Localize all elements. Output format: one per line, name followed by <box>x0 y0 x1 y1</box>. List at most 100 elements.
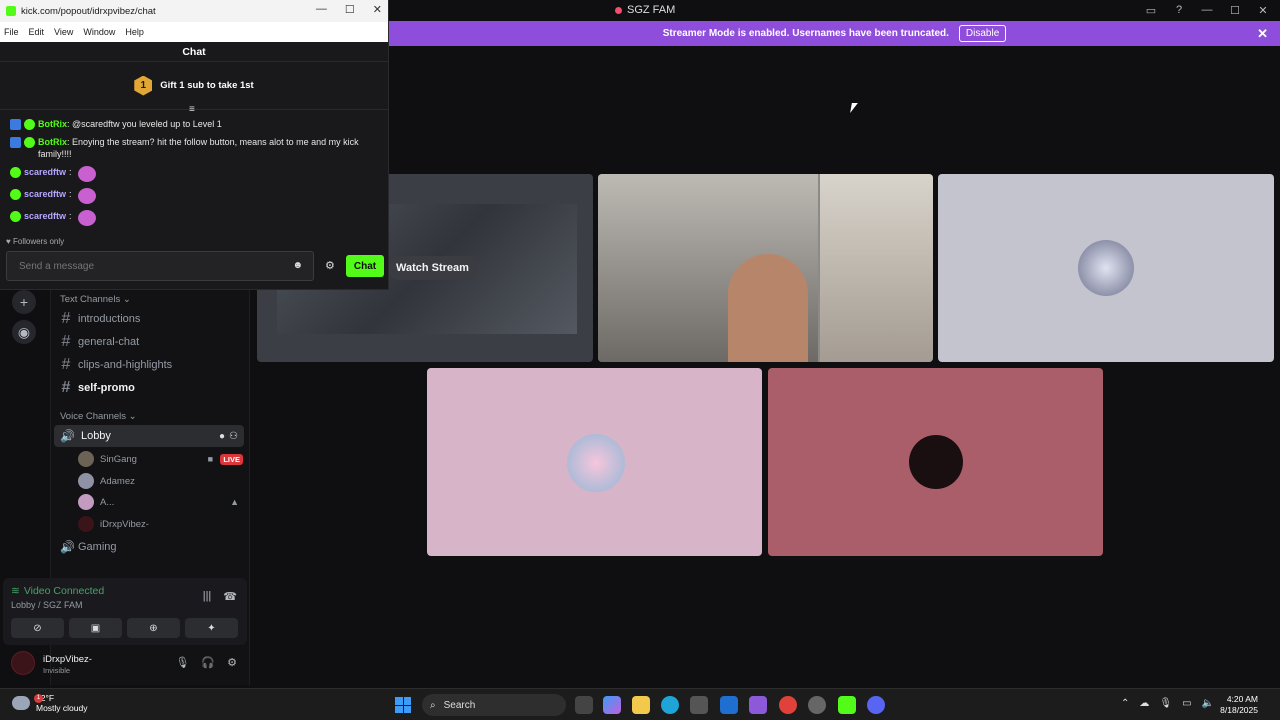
discord-app-icon[interactable] <box>867 696 885 714</box>
voice-user[interactable]: A... ▲ <box>78 494 243 510</box>
noise-suppression-icon[interactable]: ||| <box>203 590 212 603</box>
copilot-icon[interactable] <box>603 696 621 714</box>
app-icon[interactable] <box>808 696 826 714</box>
avatar <box>78 451 94 467</box>
microphone-icon[interactable]: 🎙 <box>1159 698 1172 709</box>
camera-off-button[interactable]: ⊘ <box>11 618 64 638</box>
speaker-icon: 🔊 <box>60 540 75 554</box>
voice-status[interactable]: ≋ Video Connected <box>11 585 104 597</box>
menu-file[interactable]: File <box>4 27 19 37</box>
voice-location[interactable]: Lobby / SGZ FAM <box>11 600 83 610</box>
activities-button[interactable]: ⊕ <box>127 618 180 638</box>
menu-help[interactable]: Help <box>125 27 144 37</box>
start-button[interactable] <box>395 697 411 713</box>
system-tray: ⌃ ☁ 🎙 ▭ 🔈 <box>1121 698 1214 709</box>
video-tile-avatar[interactable] <box>427 368 762 556</box>
soundboard-button[interactable]: ✦ <box>185 618 238 638</box>
office-icon[interactable] <box>749 696 767 714</box>
message-input[interactable] <box>7 252 267 280</box>
send-chat-button[interactable]: Chat <box>346 255 384 277</box>
close-button[interactable]: ✕ <box>1252 2 1274 18</box>
titlebar-controls: ▭ ? — ☐ ✕ <box>1140 2 1274 18</box>
outlook-icon[interactable] <box>720 696 738 714</box>
avatar <box>78 516 94 532</box>
voice-user[interactable]: iDrxpVibez- <box>78 516 243 532</box>
edge-icon[interactable] <box>661 696 679 714</box>
chat-title: Chat <box>0 42 388 62</box>
taskbar-search[interactable]: ⌕ Search <box>422 694 566 716</box>
user-name: iDrxpVibez- <box>43 654 92 665</box>
video-tile-avatar[interactable] <box>938 174 1274 362</box>
kick-app-icon[interactable] <box>838 696 856 714</box>
voice-user[interactable]: SinGang ■ LIVE <box>78 451 243 467</box>
video-tile-avatar[interactable] <box>768 368 1103 556</box>
screen-share-button[interactable]: ▣ <box>69 618 122 638</box>
task-view-icon[interactable] <box>575 696 593 714</box>
gift-rank-badge: 1 <box>134 75 153 96</box>
menu-edit[interactable]: Edit <box>29 27 45 37</box>
channel-general-chat[interactable]: # general-chat <box>60 333 140 351</box>
help-icon[interactable]: ? <box>1168 2 1190 18</box>
verified-badge-icon <box>24 137 35 148</box>
live-badge: LIVE <box>220 453 243 465</box>
add-member-icon[interactable]: ⚇ <box>229 431 238 442</box>
gear-icon[interactable]: ⚙ <box>325 259 335 272</box>
chat-username[interactable]: BotRix <box>38 137 67 147</box>
menu-window[interactable]: Window <box>83 27 115 37</box>
chat-message: scaredftw: <box>10 210 379 226</box>
cloud-sync-icon[interactable]: ☁ <box>1139 698 1149 709</box>
disable-streamer-mode-button[interactable]: Disable <box>958 25 1007 42</box>
chrome-icon[interactable] <box>779 696 797 714</box>
close-button[interactable]: ✕ <box>373 3 382 16</box>
maximize-button[interactable]: ☐ <box>345 3 355 16</box>
emoji-icon[interactable]: ☻ <box>292 260 303 271</box>
disconnect-icon[interactable]: ☎ <box>223 590 237 603</box>
minimize-button[interactable]: — <box>1196 2 1218 18</box>
category-text-channels[interactable]: Text Channels ⌄ <box>60 294 131 305</box>
explore-icon[interactable]: ◉ <box>12 320 36 344</box>
kick-favicon <box>6 6 16 16</box>
channel-self-promo[interactable]: # self-promo <box>60 379 135 397</box>
clock[interactable]: 4:20 AM 8/18/2025 <box>1220 694 1258 716</box>
chat-bubble-icon[interactable]: ● <box>219 431 225 442</box>
chat-username[interactable]: scaredftw <box>24 166 66 178</box>
voice-user[interactable]: Adamez <box>78 473 243 489</box>
channel-introductions[interactable]: # introductions <box>60 310 141 328</box>
add-server-icon[interactable]: + <box>12 290 36 314</box>
maximize-button[interactable]: ☐ <box>1224 2 1246 18</box>
voice-connection-panel: ≋ Video Connected Lobby / SGZ FAM ||| ☎ ⊘… <box>3 578 247 645</box>
user-panel: iDrxpVibez- Invisible 🎙 🎧 ⚙ <box>3 648 247 680</box>
taskbar: 1 62°F Mostly cloudy ⌕ Search ⌃ ☁ 🎙 ▭ 🔈 4… <box>0 688 1280 720</box>
inbox-icon[interactable]: ▭ <box>1140 2 1162 18</box>
minimize-button[interactable]: — <box>316 3 327 16</box>
avatar[interactable] <box>11 651 35 675</box>
hash-icon: # <box>61 379 71 396</box>
chevron-up-icon[interactable]: ⌃ <box>1121 698 1129 709</box>
category-voice-channels[interactable]: Voice Channels ⌄ <box>60 411 137 422</box>
kick-chat-window: kick.com/popout/idrxpvibez/chat — ☐ ✕ Fi… <box>0 0 389 290</box>
watch-stream-button[interactable]: Watch Stream <box>387 256 478 280</box>
display-icon[interactable]: ▭ <box>1182 698 1191 709</box>
voice-channel-lobby[interactable]: 🔊 Lobby ● ⚇ <box>54 425 244 447</box>
file-explorer-icon[interactable] <box>632 696 650 714</box>
voice-channel-gaming[interactable]: 🔊 Gaming <box>60 540 117 554</box>
microphone-icon[interactable]: 🎙 <box>175 656 189 669</box>
bot-badge-icon <box>10 137 21 148</box>
verified-badge-icon <box>24 119 35 130</box>
chat-username[interactable]: scaredftw <box>24 188 66 200</box>
close-icon[interactable]: ✕ <box>1257 26 1268 42</box>
chat-username[interactable]: BotRix <box>38 119 67 129</box>
gift-sub-banner[interactable]: 1 Gift 1 sub to take 1st ≡ <box>0 62 388 115</box>
chat-message: BotRix: Enoying the stream? hit the foll… <box>10 136 379 160</box>
channel-clips-and-highlights[interactable]: # clips-and-highlights <box>60 356 173 374</box>
chat-username[interactable]: scaredftw <box>24 210 66 222</box>
gear-icon[interactable]: ⚙ <box>227 656 237 669</box>
menu-view[interactable]: View <box>54 27 73 37</box>
store-icon[interactable] <box>690 696 708 714</box>
volume-icon[interactable]: 🔈 <box>1202 698 1214 709</box>
video-tile-webcam[interactable] <box>598 174 933 362</box>
weather-widget[interactable]: 1 62°F Mostly cloudy <box>12 693 88 713</box>
headphones-icon[interactable]: 🎧 <box>201 656 215 669</box>
emote-icon <box>77 188 96 204</box>
signal-icon: ≋ <box>11 585 20 597</box>
